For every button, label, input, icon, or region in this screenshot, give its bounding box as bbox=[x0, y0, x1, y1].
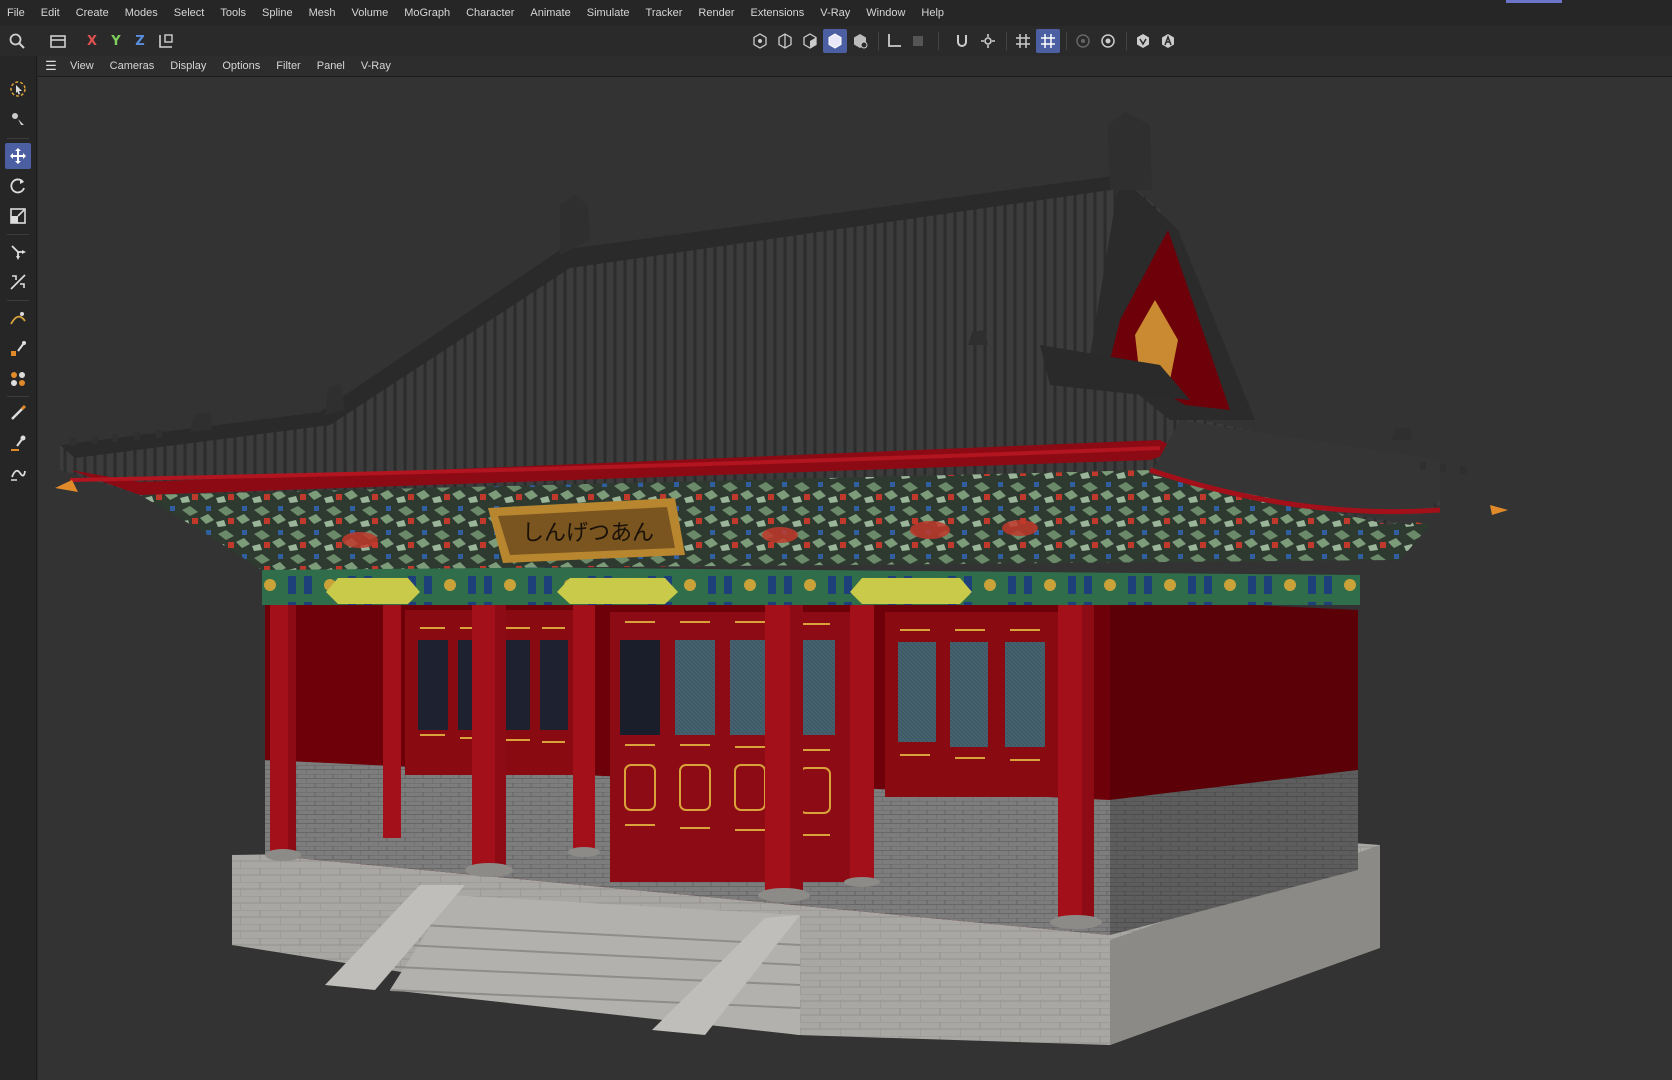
layout-indicator bbox=[1506, 0, 1562, 3]
menu-tools[interactable]: Tools bbox=[212, 0, 254, 26]
viewport-menu-options[interactable]: Options bbox=[214, 60, 268, 72]
lock-z-axis-button[interactable]: Z bbox=[128, 29, 152, 53]
sculpt-tool-icon[interactable] bbox=[5, 366, 31, 392]
lock-y-axis-button[interactable]: Y bbox=[104, 29, 128, 53]
uv-mode-icon[interactable] bbox=[848, 29, 872, 53]
snap-settings-icon[interactable] bbox=[976, 29, 1000, 53]
snap-toggle-icon[interactable] bbox=[1036, 29, 1060, 53]
x-axis-label: X bbox=[86, 33, 98, 49]
paint-selection-icon[interactable] bbox=[5, 336, 31, 362]
painted-beam bbox=[262, 565, 1360, 605]
viewport-menu-display[interactable]: Display bbox=[162, 60, 214, 72]
snap-tool-icon[interactable] bbox=[5, 269, 31, 295]
menu-v-ray[interactable]: V-Ray bbox=[812, 0, 858, 26]
menu-extensions[interactable]: Extensions bbox=[742, 0, 812, 26]
menu-render[interactable]: Render bbox=[690, 0, 742, 26]
workplane-icon[interactable] bbox=[906, 29, 930, 53]
menu-simulate[interactable]: Simulate bbox=[579, 0, 638, 26]
main-menubar: File Edit Create Modes Select Tools Spline Mesh… bbox=[0, 0, 1672, 26]
grid-snap-icon[interactable] bbox=[1011, 29, 1035, 53]
menu-create[interactable]: Create bbox=[68, 0, 117, 26]
rotate-tool-icon[interactable] bbox=[5, 173, 31, 199]
menu-select[interactable]: Select bbox=[166, 0, 213, 26]
menu-character[interactable]: Character bbox=[458, 0, 522, 26]
viewport-menu-filter[interactable]: Filter bbox=[268, 60, 308, 72]
viewport-menu-icon[interactable]: ☰ bbox=[40, 58, 62, 74]
move-tool-icon[interactable] bbox=[5, 143, 31, 169]
menu-tracker[interactable]: Tracker bbox=[638, 0, 691, 26]
select-tool-icon[interactable] bbox=[5, 106, 31, 132]
points-mode-icon[interactable] bbox=[748, 29, 772, 53]
menu-mograph[interactable]: MoGraph bbox=[396, 0, 458, 26]
menu-modes[interactable]: Modes bbox=[117, 0, 166, 26]
name-plaque: しんげつあん bbox=[488, 498, 685, 563]
undo-history-icon[interactable] bbox=[46, 29, 70, 53]
central-doors bbox=[610, 612, 860, 882]
live-selection-icon[interactable] bbox=[5, 76, 31, 102]
polygons-mode-icon[interactable] bbox=[798, 29, 822, 53]
temple-model: しんげつあん bbox=[55, 112, 1508, 1045]
scale-tool-icon[interactable] bbox=[5, 203, 31, 229]
menu-window[interactable]: Window bbox=[858, 0, 913, 26]
main-toolbar: X Y Z bbox=[0, 26, 1672, 57]
viewport-menu-view[interactable]: View bbox=[62, 60, 102, 72]
zoom-icon[interactable] bbox=[5, 29, 29, 53]
left-tool-palette bbox=[0, 56, 37, 1080]
menu-spline[interactable]: Spline bbox=[254, 0, 301, 26]
spline-pen-icon[interactable] bbox=[5, 306, 31, 332]
menu-mesh[interactable]: Mesh bbox=[301, 0, 344, 26]
menu-volume[interactable]: Volume bbox=[344, 0, 397, 26]
menu-edit[interactable]: Edit bbox=[33, 0, 68, 26]
render-region-icon[interactable] bbox=[1071, 29, 1095, 53]
viewport-menubar: ☰ View Cameras Display Options Filter Pa… bbox=[38, 56, 1672, 77]
y-axis-label: Y bbox=[111, 33, 121, 49]
transfer-tool-icon[interactable] bbox=[5, 239, 31, 265]
viewport-menu-vray[interactable]: V-Ray bbox=[353, 60, 399, 72]
vray-render-icon[interactable] bbox=[1131, 29, 1155, 53]
viewport-menu-panel[interactable]: Panel bbox=[309, 60, 353, 72]
vray-settings-icon[interactable] bbox=[1156, 29, 1180, 53]
3d-viewport[interactable]: しんげつあん bbox=[38, 77, 1672, 1080]
coordinate-system-icon[interactable] bbox=[154, 29, 178, 53]
menu-animate[interactable]: Animate bbox=[522, 0, 578, 26]
magnet-tool-icon[interactable] bbox=[5, 430, 31, 456]
lock-x-axis-button[interactable]: X bbox=[80, 29, 104, 53]
edges-mode-icon[interactable] bbox=[773, 29, 797, 53]
axis-mode-icon[interactable] bbox=[882, 29, 906, 53]
brush-tool-icon[interactable] bbox=[5, 400, 31, 426]
knife-tool-icon[interactable] bbox=[5, 460, 31, 486]
plaque-text: しんげつあん bbox=[522, 521, 654, 546]
z-axis-label: Z bbox=[135, 33, 145, 49]
render-view-icon[interactable] bbox=[1096, 29, 1120, 53]
menu-help[interactable]: Help bbox=[913, 0, 952, 26]
window-lattice-right bbox=[885, 612, 1060, 797]
tweak-mode-icon[interactable] bbox=[950, 29, 974, 53]
viewport-menu-cameras[interactable]: Cameras bbox=[102, 60, 163, 72]
model-mode-icon[interactable] bbox=[823, 29, 847, 53]
menu-file[interactable]: File bbox=[0, 0, 33, 26]
side-wall-upper bbox=[1110, 598, 1358, 800]
